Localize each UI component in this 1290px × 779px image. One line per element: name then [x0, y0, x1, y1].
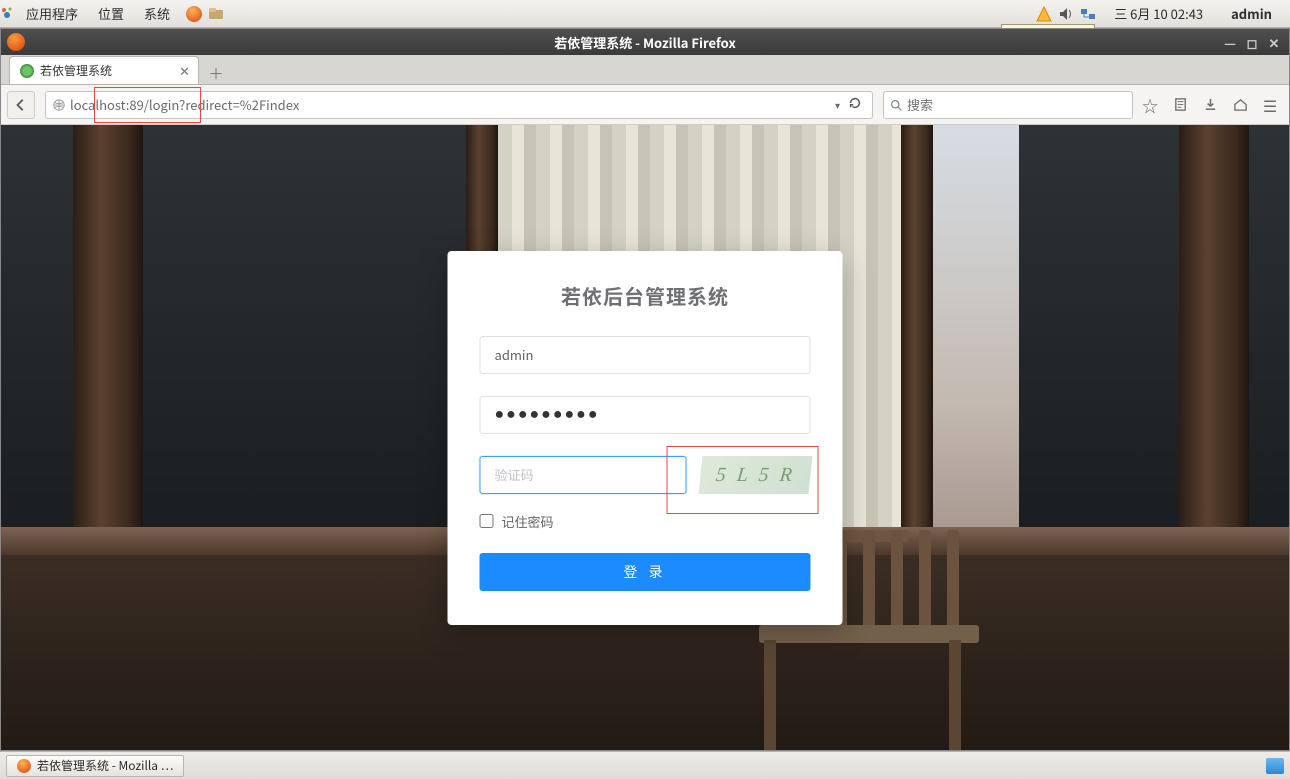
update-notifier-icon[interactable]: [1036, 6, 1052, 22]
taskbar-app-label: 若依管理系统 - Mozilla …: [37, 757, 173, 774]
menu-applications[interactable]: 应用程序: [16, 4, 88, 23]
password-input[interactable]: [480, 396, 811, 434]
desktop-taskbar: 若依管理系统 - Mozilla …: [0, 751, 1290, 779]
url-history-dropdown[interactable]: ▾: [831, 97, 844, 112]
search-input[interactable]: [907, 95, 1126, 114]
page-viewport: 若依后台管理系统 5 L 5 R 记住密码 登 录: [1, 125, 1289, 750]
login-button[interactable]: 登 录: [480, 553, 811, 591]
panel-user[interactable]: admin: [1221, 4, 1282, 23]
search-bar[interactable]: [883, 91, 1133, 119]
desktop-top-panel: 应用程序 位置 系统 三 6月 10 02:43 admin 13 个更新可用: [0, 0, 1290, 28]
remember-checkbox[interactable]: [480, 514, 494, 528]
window-title: 若依管理系统 - Mozilla Firefox: [554, 33, 736, 52]
reload-button[interactable]: [844, 95, 866, 115]
captcha-input[interactable]: [480, 456, 687, 494]
window-close-button[interactable]: ✕: [1263, 33, 1285, 51]
tab-favicon-icon: [20, 64, 34, 78]
gnome-foot-icon: [0, 6, 16, 22]
home-button[interactable]: [1227, 92, 1253, 118]
firefox-window: 若依管理系统 - Mozilla Firefox — ◻ ✕ 若依管理系统 ✕ …: [0, 28, 1290, 751]
bookmark-star-button[interactable]: ☆: [1137, 92, 1163, 118]
hamburger-menu-button[interactable]: ☰: [1257, 92, 1283, 118]
firefox-small-icon: [17, 759, 31, 773]
downloads-button[interactable]: [1197, 92, 1223, 118]
panel-clock[interactable]: 三 6月 10 02:43: [1102, 4, 1215, 23]
menu-system[interactable]: 系统: [134, 4, 180, 23]
username-input[interactable]: [480, 336, 811, 374]
search-icon: [890, 93, 903, 117]
address-bar[interactable]: ▾: [45, 91, 873, 119]
file-manager-launcher-icon[interactable]: [208, 6, 224, 22]
browser-tabbar: 若依管理系统 ✕ ＋: [1, 55, 1289, 85]
network-icon[interactable]: [1080, 6, 1096, 22]
login-title: 若依后台管理系统: [480, 281, 811, 310]
tab-close-button[interactable]: ✕: [179, 61, 190, 80]
taskbar-firefox-button[interactable]: 若依管理系统 - Mozilla …: [6, 755, 184, 777]
back-button[interactable]: [7, 91, 35, 119]
menu-places[interactable]: 位置: [88, 4, 134, 23]
tab-title: 若依管理系统: [40, 62, 112, 79]
site-identity-icon[interactable]: [52, 93, 66, 117]
taskbar-tray: [1266, 758, 1284, 774]
window-minimize-button[interactable]: —: [1219, 33, 1241, 51]
firefox-icon: [7, 33, 25, 51]
captcha-image[interactable]: 5 L 5 R: [699, 456, 813, 494]
remember-password-row[interactable]: 记住密码: [480, 512, 811, 531]
firefox-launcher-icon[interactable]: [186, 6, 202, 22]
show-desktop-icon[interactable]: [1266, 758, 1284, 774]
window-maximize-button[interactable]: ◻: [1241, 33, 1263, 51]
browser-navbar: ▾ ☆ ☰: [1, 85, 1289, 125]
remember-label: 记住密码: [502, 512, 554, 531]
new-tab-button[interactable]: ＋: [205, 62, 227, 84]
url-input[interactable]: [70, 95, 831, 114]
window-titlebar[interactable]: 若依管理系统 - Mozilla Firefox — ◻ ✕: [1, 29, 1289, 55]
login-panel: 若依后台管理系统 5 L 5 R 记住密码 登 录: [448, 251, 843, 625]
reader-view-button[interactable]: [1167, 92, 1193, 118]
browser-tab-active[interactable]: 若依管理系统 ✕: [9, 56, 199, 84]
volume-icon[interactable]: [1058, 6, 1074, 22]
